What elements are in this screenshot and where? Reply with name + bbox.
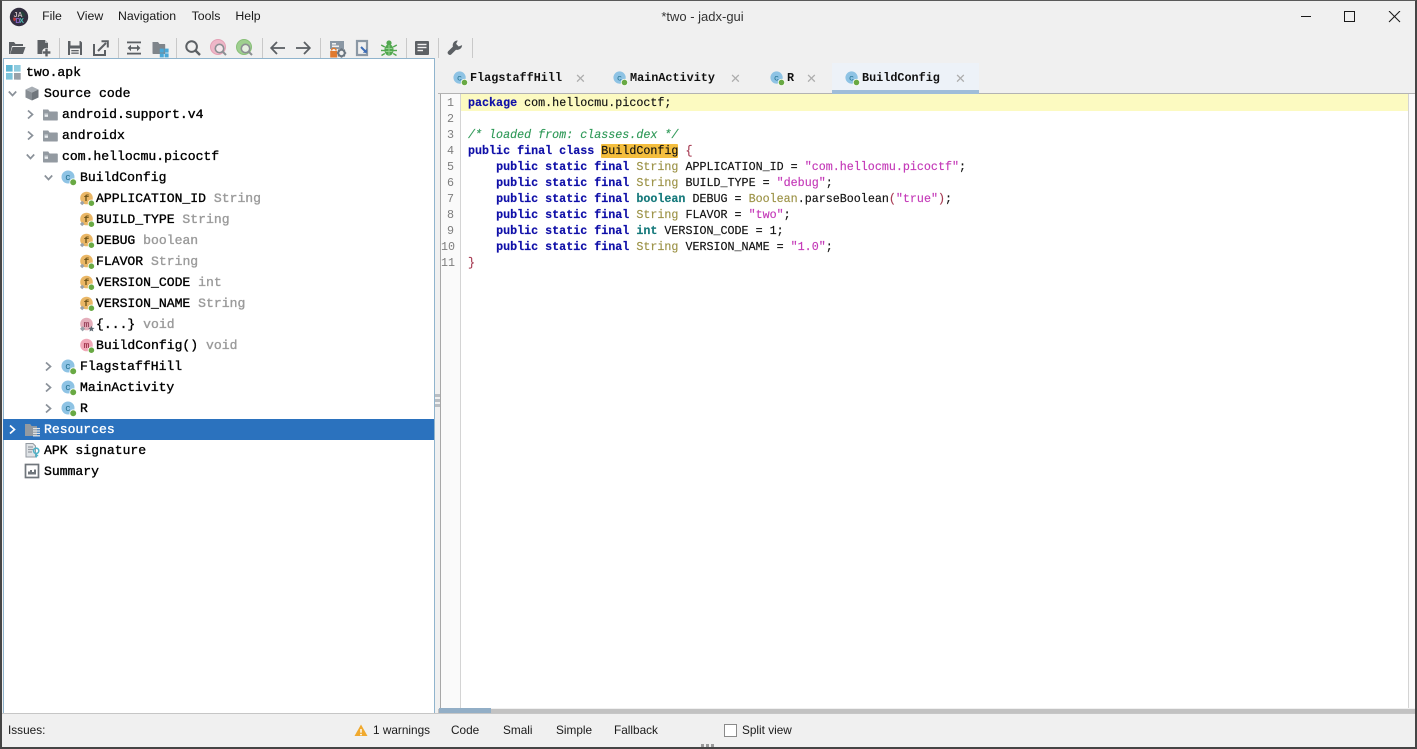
svg-text:D: D [15, 18, 20, 25]
